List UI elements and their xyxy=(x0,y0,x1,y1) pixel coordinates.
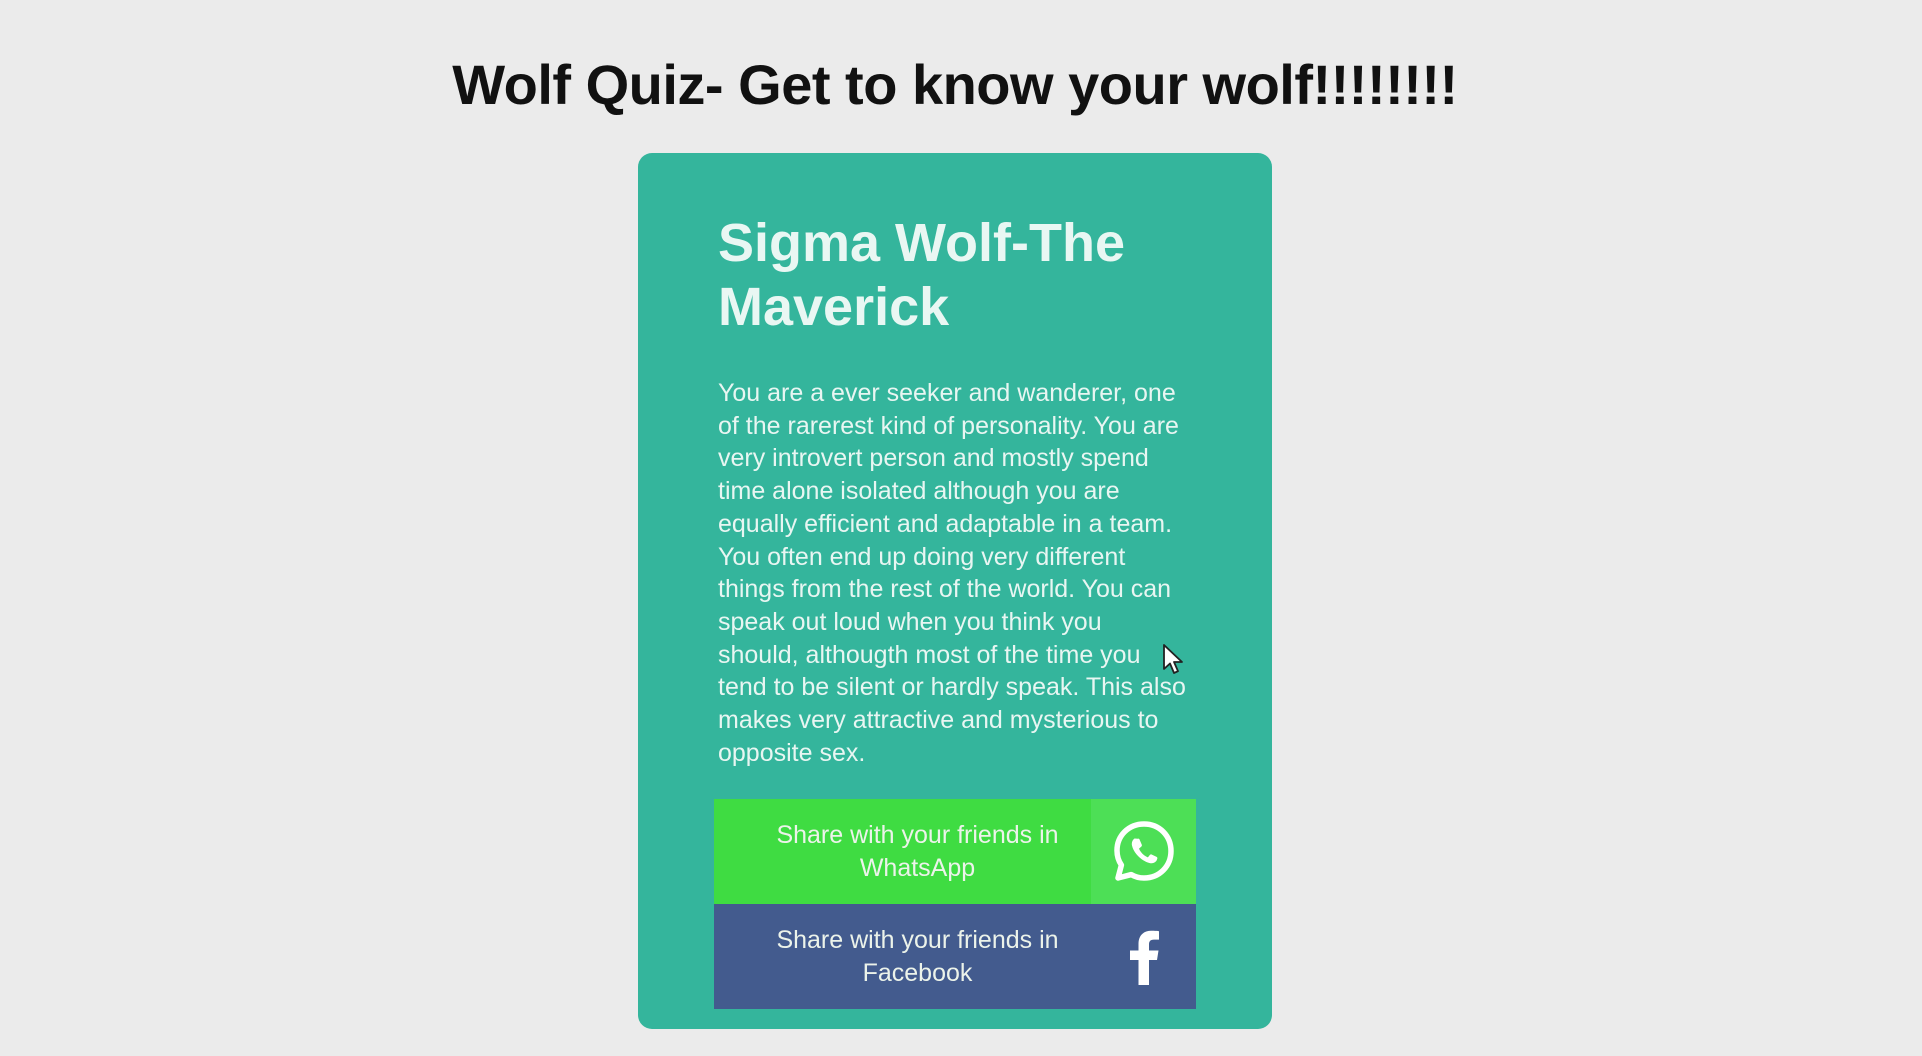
description-line: tend to be silent or hardly speak. This … xyxy=(718,673,1186,702)
description-line: You are a ever seeker and wanderer, one xyxy=(718,379,1176,407)
share-whatsapp-button[interactable]: Share with your friends in WhatsApp xyxy=(714,799,1196,904)
description-line: time alone isolated although you are xyxy=(718,477,1120,506)
result-title: Sigma Wolf-The Maverick xyxy=(718,211,1198,339)
page-title: Wolf Quiz- Get to know your wolf!!!!!!!! xyxy=(452,53,1458,116)
description-line: very introvert person and mostly spend xyxy=(718,444,1149,473)
description-line: equally efficient and adaptable in a tea… xyxy=(718,509,1173,538)
description-line: opposite sex. xyxy=(718,738,866,767)
share-label-line: Share with your friends in xyxy=(776,925,1059,954)
share-label-line: WhatsApp xyxy=(859,853,976,882)
share-whatsapp-label: Share with your friends in WhatsApp xyxy=(714,819,1091,885)
description-line: things from the rest of the world. You c… xyxy=(718,575,1172,604)
result-description: You are a ever seeker and wanderer, one … xyxy=(718,377,1208,769)
share-label-line: Facebook xyxy=(862,958,973,987)
result-title-line: Maverick xyxy=(718,277,950,337)
mouse-cursor-icon xyxy=(1162,643,1184,680)
whatsapp-icon xyxy=(1091,799,1196,904)
description-line: You often end up doing very different xyxy=(718,542,1126,571)
description-line: speak out loud when you think you xyxy=(718,607,1102,636)
description-line: should, althougth most of the time you xyxy=(718,640,1141,669)
description-line: makes very attractive and mysterious to xyxy=(718,706,1159,735)
share-facebook-button[interactable]: Share with your friends in Facebook xyxy=(714,904,1196,1009)
description-line: of the rarerest kind of personality. You… xyxy=(718,411,1179,440)
result-card: Sigma Wolf-The Maverick You are a ever s… xyxy=(638,153,1272,1029)
facebook-icon xyxy=(1091,904,1196,1009)
share-label-line: Share with your friends in xyxy=(776,820,1059,849)
share-facebook-label: Share with your friends in Facebook xyxy=(714,924,1091,990)
result-title-line: Sigma Wolf-The xyxy=(718,213,1126,273)
